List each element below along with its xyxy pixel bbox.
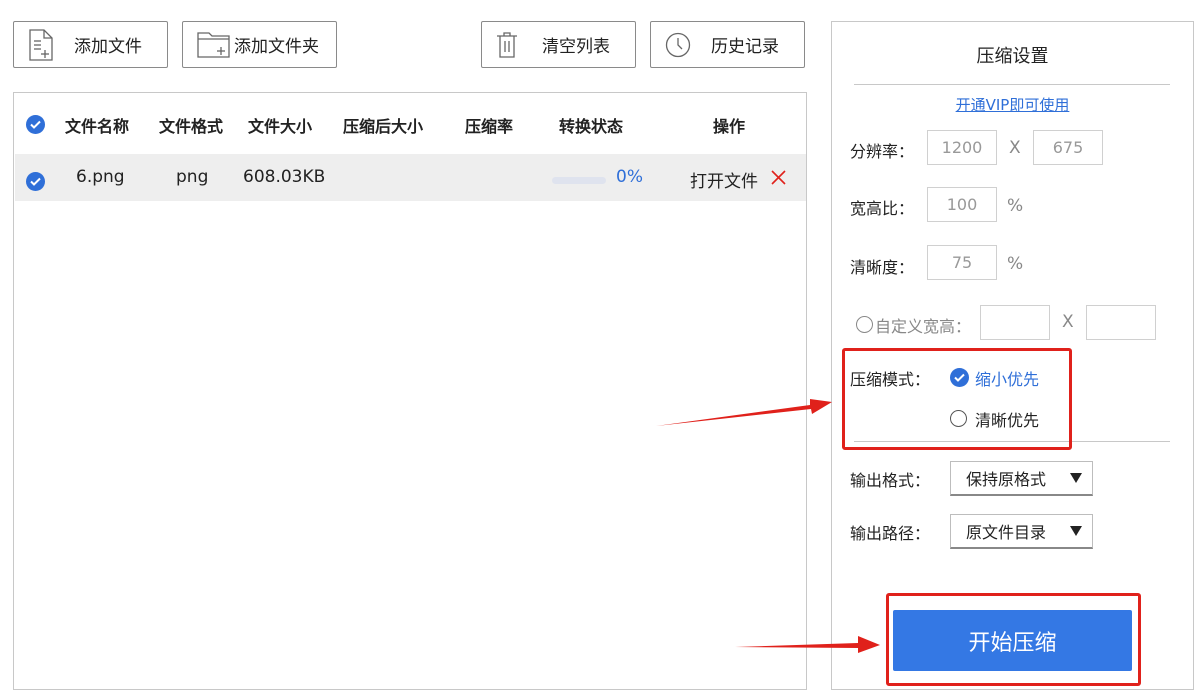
resolution-x: X: [1009, 138, 1021, 158]
dropdown-arrow-icon: [1070, 473, 1082, 483]
dropdown-arrow-icon: [1070, 526, 1082, 536]
clear-list-button[interactable]: 清空列表: [481, 21, 636, 68]
table-header: 文件名称 文件格式 文件大小 压缩后大小 压缩率 转换状态 操作: [14, 93, 806, 155]
col-format: 文件格式: [159, 117, 224, 136]
add-file-label: 添加文件: [74, 37, 142, 57]
progress-bar: [552, 177, 606, 184]
arrow-annotation: [735, 636, 880, 653]
highlight-box-start: [886, 593, 1141, 686]
trash-icon: [496, 32, 518, 58]
output-format-value: 保持原格式: [966, 470, 1047, 489]
check-icon: [30, 177, 41, 186]
custom-size-label: 自定义宽高：: [875, 317, 972, 336]
clarity-label: 清晰度：: [850, 258, 915, 277]
resolution-height-input[interactable]: [1033, 130, 1103, 165]
col-compressed-size: 压缩后大小: [343, 117, 424, 136]
file-name: 6.png: [76, 167, 125, 187]
resolution-width-input[interactable]: [927, 130, 997, 165]
add-folder-icon: [197, 32, 231, 58]
highlight-box-mode: [842, 348, 1072, 450]
delete-icon[interactable]: [771, 170, 786, 189]
col-ratio: 压缩率: [465, 117, 514, 136]
custom-height-input[interactable]: [1086, 305, 1156, 340]
arrow-annotation: [656, 399, 832, 426]
aspect-input[interactable]: [927, 187, 997, 222]
clear-list-label: 清空列表: [542, 37, 610, 57]
output-format-select[interactable]: 保持原格式: [950, 461, 1093, 496]
output-path-select[interactable]: 原文件目录: [950, 514, 1093, 549]
open-file-link[interactable]: 打开文件: [690, 167, 758, 192]
divider: [854, 84, 1170, 85]
add-folder-button[interactable]: 添加文件夹: [182, 21, 337, 68]
history-button[interactable]: 历史记录: [650, 21, 805, 68]
col-name: 文件名称: [65, 117, 130, 136]
check-icon: [30, 120, 41, 129]
output-path-label: 输出路径：: [850, 524, 931, 543]
settings-title: 压缩设置: [976, 46, 1049, 67]
custom-x: X: [1062, 312, 1074, 332]
row-checkbox[interactable]: [26, 172, 45, 191]
output-format-label: 输出格式：: [850, 471, 931, 490]
resolution-label: 分辨率：: [850, 142, 915, 161]
clock-icon: [665, 32, 691, 58]
history-label: 历史记录: [711, 37, 779, 57]
col-size: 文件大小: [248, 117, 313, 136]
output-path-value: 原文件目录: [966, 523, 1047, 542]
aspect-unit: %: [1007, 196, 1024, 216]
add-file-button[interactable]: 添加文件: [13, 21, 168, 68]
add-file-icon: [28, 29, 54, 61]
add-folder-label: 添加文件夹: [234, 37, 319, 57]
select-all-checkbox[interactable]: [26, 115, 45, 134]
col-action: 操作: [713, 117, 746, 136]
progress-text: 0%: [616, 167, 643, 187]
custom-width-input[interactable]: [980, 305, 1050, 340]
custom-size-radio[interactable]: [856, 316, 873, 333]
file-size: 608.03KB: [243, 167, 326, 187]
table-row[interactable]: 6.png png 608.03KB 0% 打开文件: [15, 154, 806, 201]
aspect-label: 宽高比：: [850, 199, 915, 218]
file-format: png: [176, 167, 209, 187]
vip-link[interactable]: 开通VIP即可使用: [832, 94, 1193, 115]
clarity-input[interactable]: [927, 245, 997, 280]
col-status: 转换状态: [559, 117, 624, 136]
clarity-unit: %: [1007, 254, 1024, 274]
